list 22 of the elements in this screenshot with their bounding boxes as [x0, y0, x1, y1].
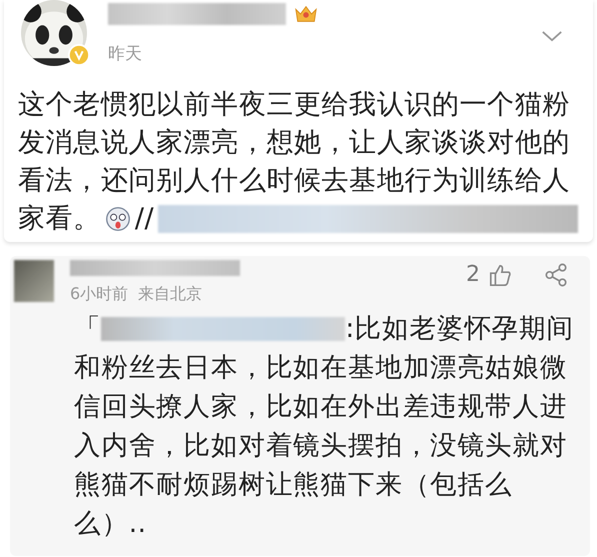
- chevron-down-icon[interactable]: [541, 30, 563, 43]
- comment-text-line: :比如老婆怀孕期间: [345, 312, 574, 346]
- quote-mark: 「: [74, 312, 102, 346]
- share-icon[interactable]: [544, 262, 568, 286]
- comment-text-line: 信回头撩人家，比如在外出差违规带人进: [74, 390, 568, 424]
- comment-time: 6小时前: [70, 284, 128, 305]
- like-count: 2: [466, 262, 480, 287]
- verified-badge-icon: [68, 44, 90, 66]
- post-time: 昨天: [108, 43, 143, 65]
- crown-icon: [294, 3, 318, 25]
- comment-text-line: 熊猫不耐烦踢树让熊猫下来（包括么: [74, 468, 514, 502]
- post-text-line: 看法，还问别人什么时候去基地行为训练给人: [18, 164, 571, 198]
- comment-text-line: 和粉丝去日本，比如在基地加漂亮姑娘微: [74, 351, 568, 385]
- redacted-avatar: [14, 260, 54, 302]
- thumbs-up-icon[interactable]: [488, 262, 512, 286]
- post-text-line: 家看。: [18, 202, 101, 236]
- post-text-line: 这个老惯犯以前半夜三更给我认识的一个猫粉: [18, 88, 571, 122]
- repost-mark: //: [134, 202, 154, 236]
- comment-text-line: 入内舍，比如对着镜头摆拍，没镜头就对: [74, 429, 568, 463]
- comment-location: 来自北京: [138, 284, 202, 305]
- comment-text-line: 么）..: [74, 507, 148, 541]
- post-text-line: 发消息说人家漂亮，想她，让人家谈谈对他的: [18, 126, 571, 160]
